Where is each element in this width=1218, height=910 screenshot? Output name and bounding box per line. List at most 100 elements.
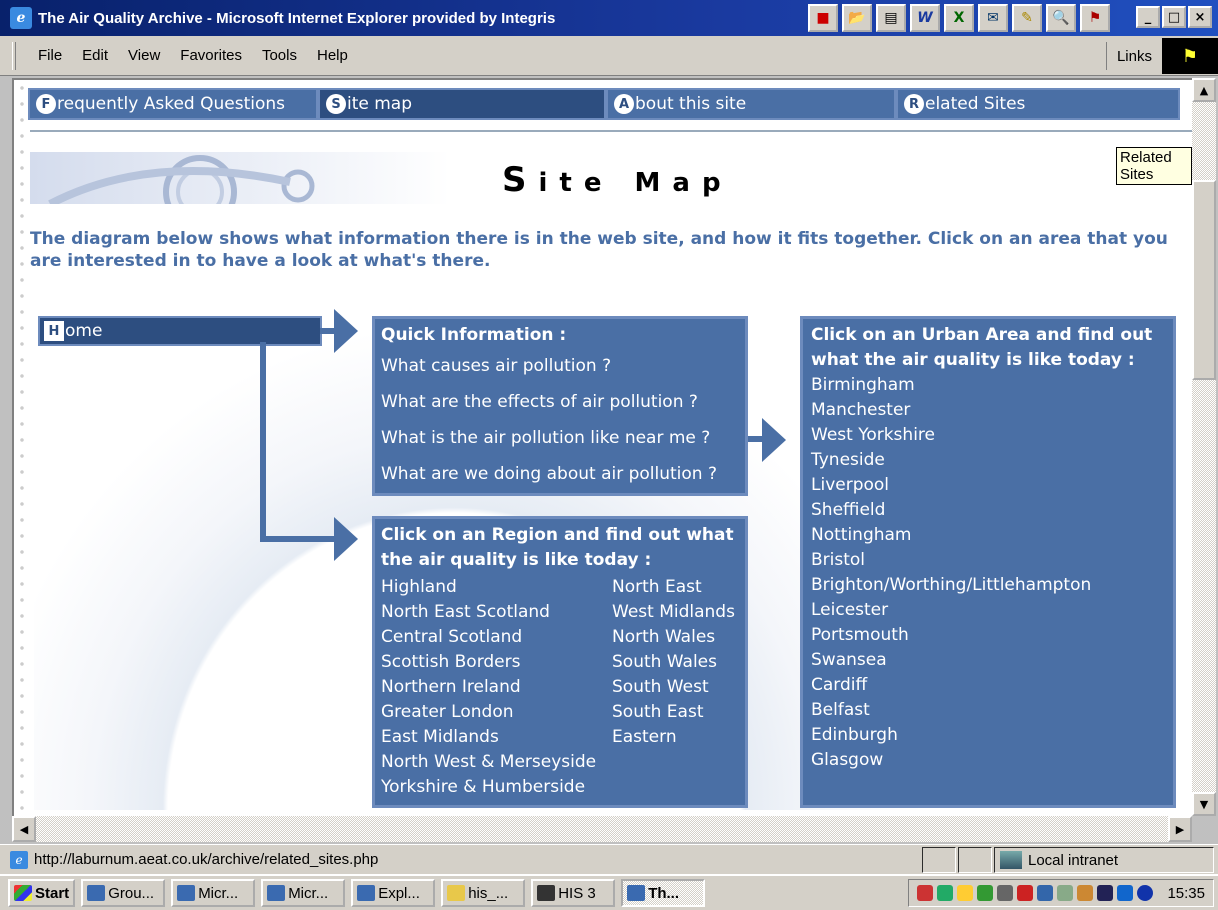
urban-area-link[interactable]: Birmingham [811,373,1165,398]
monitor-icon[interactable] [977,885,994,901]
task-explorer[interactable]: Expl... [351,879,436,907]
urban-area-link[interactable]: Belfast [811,698,1165,723]
ie-app-icon[interactable]: e [10,7,32,29]
scroll-up-icon[interactable]: ▲ [1192,78,1216,102]
word-icon[interactable]: W [910,4,940,32]
urban-area-link[interactable]: Bristol [811,548,1165,573]
office-icon[interactable]: ■ [808,4,838,32]
zone-label: Local intranet [1028,851,1119,869]
minimize-button[interactable]: _ [1136,6,1160,28]
maximize-button[interactable]: □ [1162,6,1186,28]
region-link[interactable]: South Wales [612,650,735,675]
urban-area-link[interactable]: Sheffield [811,498,1165,523]
tools-icon[interactable]: ✎ [1012,4,1042,32]
tab-site-map-label: ite map [347,94,413,114]
messenger-icon[interactable] [1117,885,1134,901]
globe-icon[interactable] [1137,885,1154,901]
region-link[interactable]: Scottish Borders [381,650,612,675]
urban-area-link[interactable]: West Yorkshire [811,423,1165,448]
access-icon[interactable]: ⚑ [1080,4,1110,32]
region-link[interactable]: East Midlands [381,725,612,750]
sync-icon[interactable] [1057,885,1074,901]
urban-area-link[interactable]: Leicester [811,598,1165,623]
region-link[interactable]: Northern Ireland [381,675,612,700]
menu-help[interactable]: Help [307,47,358,64]
display-icon[interactable] [1037,885,1054,901]
urban-area-link[interactable]: Swansea [811,648,1165,673]
urban-area-link[interactable]: Liverpool [811,473,1165,498]
region-link[interactable]: Highland [381,575,612,600]
antivirus-icon[interactable] [1097,885,1114,901]
start-button[interactable]: Start [8,879,76,907]
plug-icon[interactable] [997,885,1014,901]
arrow-to-regions [334,517,358,561]
task-word[interactable]: Micr... [171,879,256,907]
region-link[interactable]: North East [612,575,735,600]
region-link[interactable]: North East Scotland [381,600,612,625]
region-link[interactable]: South West [612,675,735,700]
menu-bar: File Edit View Favorites Tools Help Link… [0,36,1218,76]
close-button[interactable]: × [1188,6,1212,28]
region-link[interactable]: South East [612,700,735,725]
menu-edit[interactable]: Edit [72,47,118,64]
scroll-right-icon[interactable]: ▶ [1168,816,1192,842]
urban-area-link[interactable]: Edinburgh [811,723,1165,748]
open-folder-icon[interactable]: 📂 [842,4,872,32]
intranet-icon [1000,851,1022,869]
clock[interactable]: 15:35 [1167,885,1205,902]
speaker-icon[interactable] [957,885,974,901]
powerpoint-icon [267,885,286,901]
link-causes[interactable]: What causes air pollution ? [381,348,739,384]
region-link[interactable]: Greater London [381,700,612,725]
vertical-scrollbar[interactable]: ▲ ▼ [1192,78,1216,816]
link-near-me[interactable]: What is the air pollution like near me ? [381,420,739,456]
find-icon[interactable]: 🔍 [1046,4,1076,32]
region-link[interactable]: Eastern [612,725,735,750]
tab-site-map[interactable]: S ite map [318,88,606,120]
task-ie-active[interactable]: Th... [621,879,706,907]
region-link[interactable]: Central Scotland [381,625,612,650]
urban-area-link[interactable]: Cardiff [811,673,1165,698]
link-what-doing[interactable]: What are we doing about air pollution ? [381,456,739,492]
task-folder[interactable]: his_... [441,879,526,907]
region-link[interactable]: North Wales [612,625,735,650]
region-link[interactable]: North West & Merseyside [381,750,612,775]
tool-icon[interactable] [1017,885,1034,901]
horizontal-scrollbar[interactable]: ◀ ▶ [12,816,1192,842]
links-button[interactable]: Links [1105,42,1162,70]
windows-flag-icon [14,885,32,901]
urban-area-link[interactable]: Portsmouth [811,623,1165,648]
outlook-icon[interactable]: ✉ [978,4,1008,32]
home-link[interactable]: H ome [38,316,322,346]
menu-view[interactable]: View [118,47,170,64]
quick-info-heading: Quick Information : [381,325,567,345]
link-effects[interactable]: What are the effects of air pollution ? [381,384,739,420]
tab-about[interactable]: A bout this site [606,88,896,120]
urban-area-link[interactable]: Glasgow [811,748,1165,773]
network-icon[interactable] [937,885,954,901]
excel-icon[interactable]: X [944,4,974,32]
menu-grip[interactable] [12,41,16,70]
task-his3[interactable]: HIS 3 [531,879,616,907]
document-icon[interactable]: ▤ [876,4,906,32]
task-groupwise[interactable]: Grou... [81,879,166,907]
scroll-down-icon[interactable]: ▼ [1192,792,1216,816]
urban-area-link[interactable]: Brighton/Worthing/Littlehampton [811,573,1165,598]
menu-file[interactable]: File [28,47,72,64]
task-powerpoint[interactable]: Micr... [261,879,346,907]
scroll-left-icon[interactable]: ◀ [12,816,36,842]
menu-favorites[interactable]: Favorites [170,47,252,64]
printer-icon[interactable] [1077,885,1094,901]
status-segment-1 [922,847,956,873]
urban-area-link[interactable]: Tyneside [811,448,1165,473]
tab-faq[interactable]: F requently Asked Questions [28,88,318,120]
scroll-thumb[interactable] [1192,180,1216,380]
menu-tools[interactable]: Tools [252,47,307,64]
urban-area-link[interactable]: Manchester [811,398,1165,423]
tab-related-sites[interactable]: R elated Sites [896,88,1180,120]
region-link[interactable]: West Midlands [612,600,735,625]
key-icon[interactable] [917,885,934,901]
region-link[interactable]: Yorkshire & Humberside [381,775,612,800]
page-title-initial: S [502,160,539,200]
urban-area-link[interactable]: Nottingham [811,523,1165,548]
